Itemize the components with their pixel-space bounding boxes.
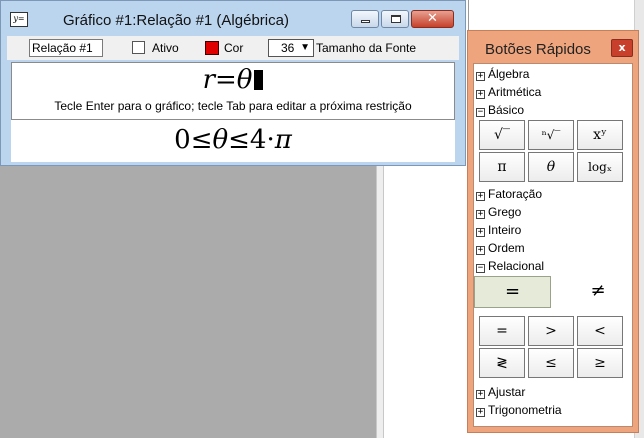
power-button[interactable]: xʸ	[577, 120, 623, 150]
formula-display[interactable]: r=θ	[12, 65, 454, 95]
node-label: Inteiro	[488, 223, 522, 237]
font-size-select[interactable]: 36 ▼	[268, 39, 314, 57]
active-label: Ativo	[152, 41, 179, 55]
tree-node-trigonometry[interactable]: + Trigonometria	[476, 402, 562, 418]
close-icon: ✕	[427, 11, 438, 26]
tree-node-algebra[interactable]: + Álgebra	[476, 66, 529, 82]
sqrt-button[interactable]: √‾	[479, 120, 525, 150]
relation-name-field[interactable]: Relação #1	[29, 39, 103, 57]
minimize-icon	[361, 20, 370, 23]
equals-button[interactable]: =	[479, 316, 525, 346]
color-swatch[interactable]	[205, 41, 219, 55]
not-equal-button[interactable]: ≠	[578, 276, 618, 308]
graph-app-icon: y=	[10, 12, 28, 27]
editor-hint: Tecle Enter para o gráfico; tecle Tab pa…	[54, 99, 412, 113]
background-header	[465, 0, 644, 30]
quick-buttons-panel: Botões Rápidos x + Álgebra + Aritmética − B…	[467, 30, 639, 433]
greater-than-button[interactable]: >	[528, 316, 574, 346]
node-label: Álgebra	[488, 67, 530, 81]
less-than-button[interactable]: <	[577, 316, 623, 346]
tree-node-order[interactable]: + Ordem	[476, 240, 525, 256]
graph-area	[0, 166, 376, 438]
node-label: Fatoração	[488, 187, 543, 201]
expand-icon: +	[476, 89, 485, 99]
collapse-icon: −	[476, 263, 485, 273]
node-label: Grego	[488, 205, 522, 219]
log-button[interactable]: logₓ	[577, 152, 623, 182]
node-label: Trigonometria	[488, 403, 562, 417]
less-equal-button[interactable]: ≤	[528, 348, 574, 378]
restriction-editor[interactable]: 0≤θ≤4·π	[11, 120, 455, 162]
node-label: Relacional	[488, 259, 545, 273]
expand-icon: +	[476, 227, 485, 237]
node-label: Aritmética	[488, 85, 542, 99]
node-label: Básico	[488, 103, 525, 117]
panel-tree: + Álgebra + Aritmética − Básico √‾ ⁿ√‾ xʸ π…	[473, 63, 633, 427]
theta-button[interactable]: θ	[528, 152, 574, 182]
text-cursor	[254, 70, 264, 90]
nth-root-button[interactable]: ⁿ√‾	[528, 120, 574, 150]
greater-less-button[interactable]: ≷	[479, 348, 525, 378]
maximize-button[interactable]	[381, 10, 409, 28]
pi-button[interactable]: π	[479, 152, 525, 182]
window-title: Gráfico #1:Relação #1 (Algébrica)	[63, 12, 289, 29]
font-size-value: 36	[281, 41, 295, 55]
formula-editor[interactable]: r=θ Tecle Enter para o gráfico; tecle Ta…	[11, 62, 455, 120]
title-bar[interactable]: y= Gráfico #1:Relação #1 (Algébrica) ✕	[1, 1, 465, 35]
formula-text: r=θ	[202, 65, 253, 95]
tree-node-integer[interactable]: + Inteiro	[476, 222, 521, 238]
panel-title: Botões Rápidos	[485, 41, 591, 58]
equals-preview-button[interactable]: =	[474, 276, 551, 308]
tree-node-arithmetic[interactable]: + Aritmética	[476, 84, 541, 100]
tree-node-adjust[interactable]: + Ajustar	[476, 384, 525, 400]
expand-icon: +	[476, 209, 485, 219]
greater-equal-button[interactable]: ≥	[577, 348, 623, 378]
expand-icon: +	[476, 245, 485, 255]
expand-icon: +	[476, 71, 485, 81]
restriction-part: θ	[212, 125, 229, 155]
relation-window: y= Gráfico #1:Relação #1 (Algébrica) ✕ R…	[0, 0, 466, 166]
restriction-part: ≤4·	[228, 125, 275, 155]
node-label: Ordem	[488, 241, 525, 255]
background-divider	[468, 0, 469, 30]
restriction-part: 0≤	[174, 125, 213, 155]
restriction-part: π	[274, 125, 292, 155]
active-checkbox[interactable]	[132, 41, 145, 54]
panel-close-button[interactable]: x	[611, 39, 633, 57]
expand-icon: +	[476, 389, 485, 399]
node-label: Ajustar	[488, 385, 526, 399]
color-label: Cor	[224, 41, 244, 55]
maximize-icon	[391, 15, 401, 23]
expand-icon: +	[476, 407, 485, 417]
close-button[interactable]: ✕	[411, 10, 454, 28]
tree-node-greek[interactable]: + Grego	[476, 204, 521, 220]
minimize-button[interactable]	[351, 10, 379, 28]
dropdown-arrow-icon: ▼	[300, 42, 310, 53]
tree-node-basic[interactable]: − Básico	[476, 102, 524, 118]
font-size-label: Tamanho da Fonte	[316, 41, 417, 55]
tree-node-factoring[interactable]: + Fatoração	[476, 186, 542, 202]
restriction-display[interactable]: 0≤θ≤4·π	[11, 124, 455, 156]
tree-node-relational[interactable]: − Relacional	[476, 258, 544, 274]
expand-icon: +	[476, 191, 485, 201]
relation-toolbar: Relação #1 Ativo Cor 36 ▼ Tamanho da Fon…	[7, 36, 459, 60]
collapse-icon: −	[476, 107, 485, 117]
